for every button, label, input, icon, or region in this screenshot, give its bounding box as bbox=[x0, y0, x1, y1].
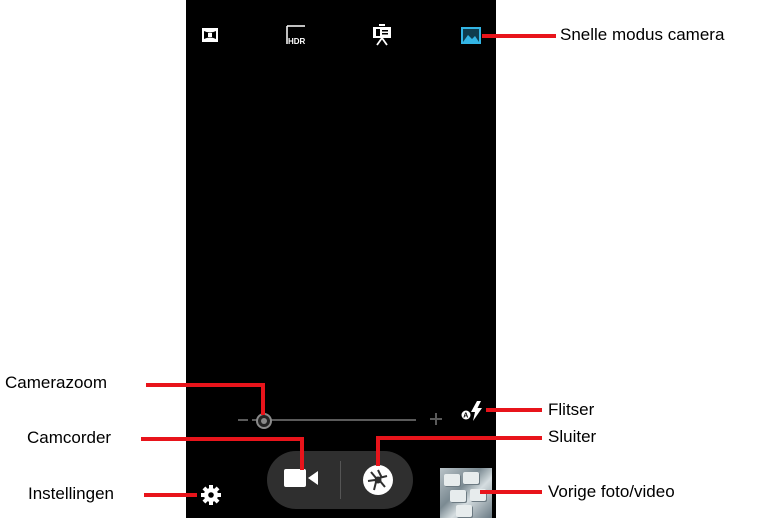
callout-shutter: Sluiter bbox=[548, 427, 597, 446]
picture-mode-button[interactable] bbox=[461, 27, 481, 44]
presentation-mode-button[interactable] bbox=[371, 24, 393, 46]
flash-auto-icon: A bbox=[461, 401, 482, 421]
zoom-minus-icon[interactable] bbox=[238, 419, 248, 421]
callout-settings: Instellingen bbox=[28, 484, 115, 503]
hdr-label: HDR bbox=[288, 37, 306, 46]
presentation-icon bbox=[373, 24, 391, 46]
callout-quick-mode: Snelle modus camera bbox=[560, 25, 725, 44]
thumbnail-keyboard-key bbox=[456, 505, 472, 517]
callout-zoom: Camerazoom bbox=[5, 373, 108, 392]
shutter-aperture-icon bbox=[363, 465, 393, 495]
callout-line-zoom-vertical bbox=[261, 383, 265, 415]
callout-line-camcorder-vertical bbox=[300, 437, 304, 470]
camcorder-button[interactable] bbox=[283, 466, 319, 495]
capture-divider bbox=[340, 461, 341, 499]
shutter-button[interactable] bbox=[362, 464, 394, 501]
panorama-icon bbox=[202, 28, 218, 42]
panorama-mode-button[interactable] bbox=[201, 26, 219, 44]
callout-line-settings bbox=[144, 493, 197, 497]
flash-button[interactable]: A bbox=[460, 401, 484, 426]
thumbnail-keyboard-key bbox=[450, 490, 466, 502]
callout-line-shutter-vertical bbox=[376, 436, 380, 466]
zoom-plus-icon[interactable] bbox=[430, 413, 442, 425]
callout-line-shutter bbox=[379, 436, 542, 440]
hdr-icon: HDR bbox=[286, 25, 306, 46]
callout-previous: Vorige foto/video bbox=[548, 482, 675, 501]
settings-button[interactable] bbox=[201, 485, 221, 510]
zoom-slider-track[interactable] bbox=[252, 419, 416, 421]
callout-line-camcorder bbox=[141, 437, 304, 441]
zoom-slider-handle[interactable] bbox=[256, 413, 272, 429]
thumbnail-keyboard-key bbox=[463, 472, 479, 484]
gear-icon bbox=[201, 485, 221, 505]
callout-line-previous bbox=[480, 490, 542, 494]
hdr-mode-button[interactable]: HDR bbox=[285, 24, 309, 46]
callout-line-flash bbox=[486, 408, 542, 412]
svg-text:A: A bbox=[463, 413, 468, 420]
landscape-picture-icon bbox=[461, 27, 481, 44]
callout-line-quick-mode bbox=[482, 34, 556, 38]
callout-camcorder: Camcorder bbox=[27, 428, 112, 447]
callout-flash: Flitser bbox=[548, 400, 595, 419]
callout-line-zoom bbox=[146, 383, 265, 387]
thumbnail-keyboard-key bbox=[444, 474, 460, 486]
